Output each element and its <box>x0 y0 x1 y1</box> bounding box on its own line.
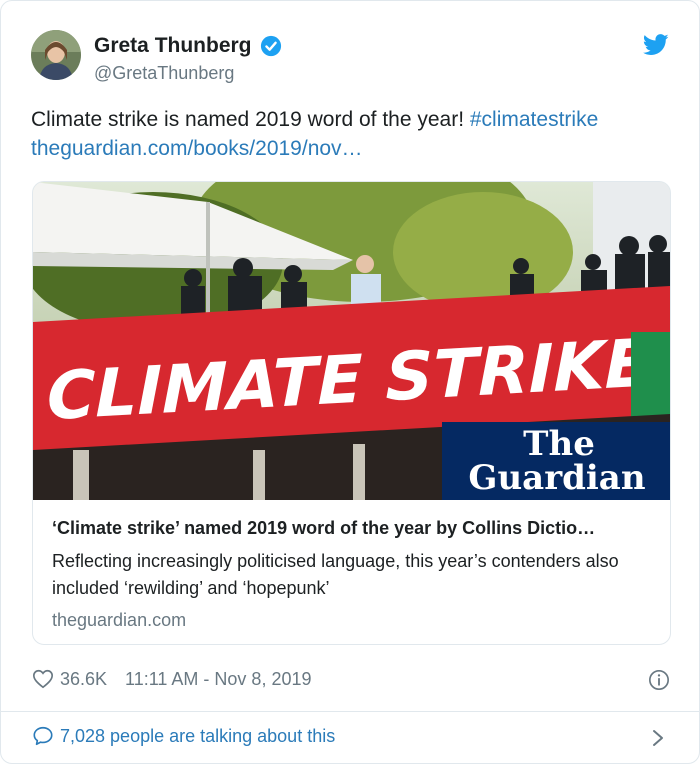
verified-badge-icon <box>260 35 281 57</box>
like-count[interactable]: 36.6K <box>60 669 107 690</box>
tweet-body: Climate strike is named 2019 word of the… <box>31 108 470 131</box>
author-name[interactable]: Greta Thunberg <box>94 34 252 58</box>
hashtag-link[interactable]: #climatestrike <box>470 108 598 131</box>
heart-icon[interactable] <box>32 668 54 690</box>
card-title[interactable]: ‘Climate strike’ named 2019 word of the … <box>52 518 652 539</box>
card-description: Reflecting increasingly politicised lang… <box>52 551 619 598</box>
author-handle[interactable]: @GretaThunberg <box>94 63 234 84</box>
tweet-text: Climate strike is named 2019 word of the… <box>31 105 671 163</box>
card-domain: theguardian.com <box>52 610 187 630</box>
divider <box>1 711 699 712</box>
tweet-meta: 36.6K 11:11 AM - Nov 8, 2019 <box>32 668 312 690</box>
conversation-link[interactable]: 7,028 people are talking about this <box>32 725 335 747</box>
link-card[interactable]: CLIMATE STRIKE The Guardian ‘Climate str… <box>32 181 671 645</box>
info-icon[interactable] <box>648 669 670 691</box>
article-link[interactable]: theguardian.com/books/2019/nov… <box>31 137 363 160</box>
card-image: CLIMATE STRIKE The Guardian <box>33 182 670 500</box>
talking-count[interactable]: 7,028 people are talking about this <box>60 726 335 747</box>
comment-bubble-icon <box>33 726 53 746</box>
chevron-right-icon[interactable] <box>651 728 665 748</box>
guardian-logo-line2: Guardian <box>468 458 645 498</box>
timestamp[interactable]: 11:11 AM - Nov 8, 2019 <box>125 669 311 690</box>
embedded-tweet: Greta Thunberg @GretaThunberg Climate st… <box>0 0 700 764</box>
avatar[interactable] <box>31 30 81 80</box>
twitter-bird-icon[interactable] <box>643 34 669 56</box>
